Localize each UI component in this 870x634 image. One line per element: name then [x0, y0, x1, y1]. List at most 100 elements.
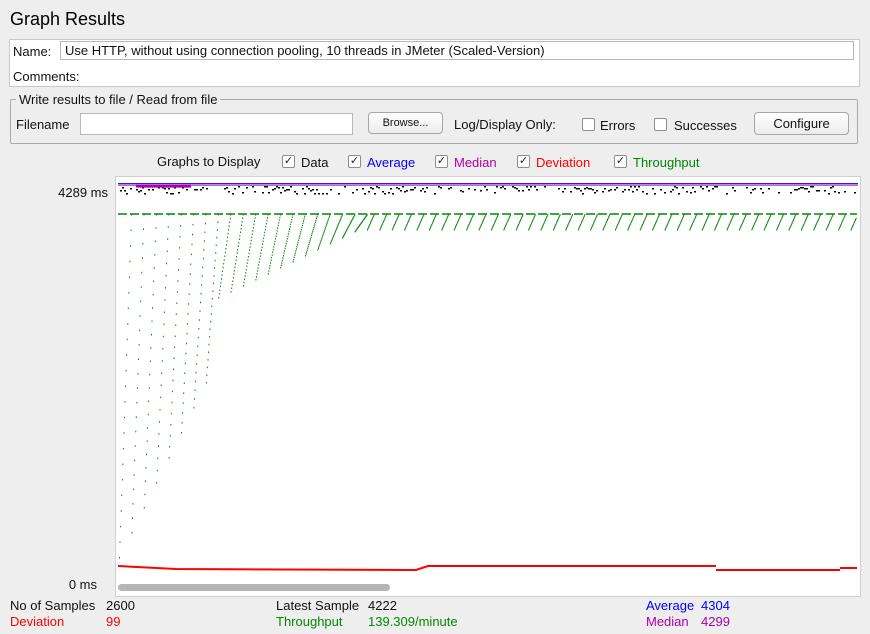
throughput-point	[119, 557, 120, 559]
data-point	[768, 188, 770, 190]
throughput-point	[170, 423, 172, 426]
data-point	[234, 188, 236, 190]
average-graph-label: Average	[367, 155, 416, 170]
throughput-point	[149, 373, 151, 376]
throughput-point	[854, 220, 856, 222]
throughput-point	[138, 344, 140, 346]
throughput-point	[616, 225, 618, 227]
throughput-point	[491, 227, 493, 230]
throughput-point	[119, 541, 121, 543]
throughput-point	[206, 374, 208, 376]
data-point	[646, 193, 648, 195]
throughput-point	[443, 225, 445, 227]
throughput-point	[817, 220, 819, 222]
successes-checkbox[interactable]	[654, 118, 667, 131]
data-point	[344, 186, 346, 188]
average-checkbox[interactable]: ✓	[348, 155, 361, 168]
throughput-point	[615, 227, 617, 230]
data-point	[296, 193, 298, 195]
data-point	[376, 186, 378, 188]
throughput-point	[590, 227, 592, 230]
data-point	[570, 191, 572, 193]
throughput-checkbox[interactable]: ✓	[614, 155, 627, 168]
throughput-point	[290, 221, 292, 223]
throughput-point	[839, 225, 841, 227]
throughput-point	[258, 264, 260, 266]
data-point	[634, 186, 636, 188]
filename-input[interactable]	[80, 113, 353, 135]
throughput-point	[163, 323, 165, 326]
latest-sample-label: Latest Sample	[276, 598, 360, 613]
throughput-point	[221, 274, 223, 276]
data-checkbox[interactable]: ✓	[282, 155, 295, 168]
throughput-point	[780, 220, 782, 222]
throughput-point	[322, 234, 324, 237]
data-point	[312, 189, 314, 191]
throughput-graph-label: Throughput	[633, 155, 700, 170]
throughput-point	[186, 332, 188, 335]
deviation-checkbox[interactable]: ✓	[517, 155, 530, 168]
throughput-point	[124, 416, 125, 419]
deviation-value: 99	[106, 614, 121, 629]
deviation-label: Deviation	[10, 614, 65, 629]
throughput-point	[553, 227, 555, 230]
median-checkbox[interactable]: ✓	[435, 155, 448, 168]
throughput-point	[410, 215, 412, 217]
throughput-point	[739, 227, 741, 230]
throughput-point	[806, 217, 807, 220]
throughput-point	[167, 238, 169, 240]
throughput-point	[456, 222, 458, 225]
throughput-point	[827, 225, 829, 227]
throughput-point	[652, 227, 654, 230]
throughput-point	[769, 215, 771, 217]
throughput-point	[472, 215, 474, 217]
throughput-point	[580, 222, 582, 225]
throughput-point	[295, 250, 297, 252]
throughput-point	[789, 227, 791, 230]
comments-label: Comments:	[13, 69, 80, 84]
median-graph-label: Median	[454, 155, 497, 170]
throughput-point	[137, 373, 139, 375]
throughput-point	[255, 279, 257, 281]
throughput-point	[192, 233, 193, 236]
data-point	[504, 188, 506, 190]
throughput-point	[653, 225, 655, 227]
throughput-point	[267, 217, 268, 219]
throughput-point	[418, 225, 420, 227]
throughput-point	[583, 215, 585, 217]
throughput-point	[174, 335, 176, 337]
throughput-point	[166, 250, 168, 252]
throughput-point	[333, 235, 335, 237]
data-point	[622, 191, 624, 193]
throughput-point	[147, 427, 149, 429]
throughput-point	[245, 268, 247, 271]
browse-button[interactable]: Browse...	[368, 112, 443, 134]
throughput-point	[579, 225, 581, 227]
throughput-point	[238, 238, 240, 240]
throughput-point	[433, 217, 435, 220]
name-field[interactable]: Use HTTP, without using connection pooli…	[60, 41, 854, 60]
throughput-point	[280, 264, 282, 267]
throughput-point	[246, 262, 248, 264]
throughput-point	[367, 227, 369, 230]
throughput-point	[179, 247, 181, 249]
configure-button[interactable]: Configure	[754, 112, 849, 135]
throughput-point	[187, 323, 188, 325]
errors-checkbox[interactable]	[582, 118, 595, 131]
throughput-point	[270, 262, 271, 264]
throughput-point	[506, 222, 508, 225]
throughput-point	[645, 215, 647, 217]
data-point	[630, 186, 632, 188]
data-point	[390, 188, 392, 190]
throughput-point	[567, 225, 569, 227]
throughput-point	[259, 255, 261, 257]
throughput-point	[183, 392, 185, 394]
throughput-point	[252, 230, 254, 232]
data-point	[202, 187, 204, 189]
throughput-point	[132, 503, 134, 505]
throughput-point	[209, 328, 211, 330]
throughput-point	[801, 227, 803, 230]
data-point	[370, 187, 372, 189]
throughput-point	[221, 278, 222, 280]
throughput-point	[606, 220, 608, 222]
